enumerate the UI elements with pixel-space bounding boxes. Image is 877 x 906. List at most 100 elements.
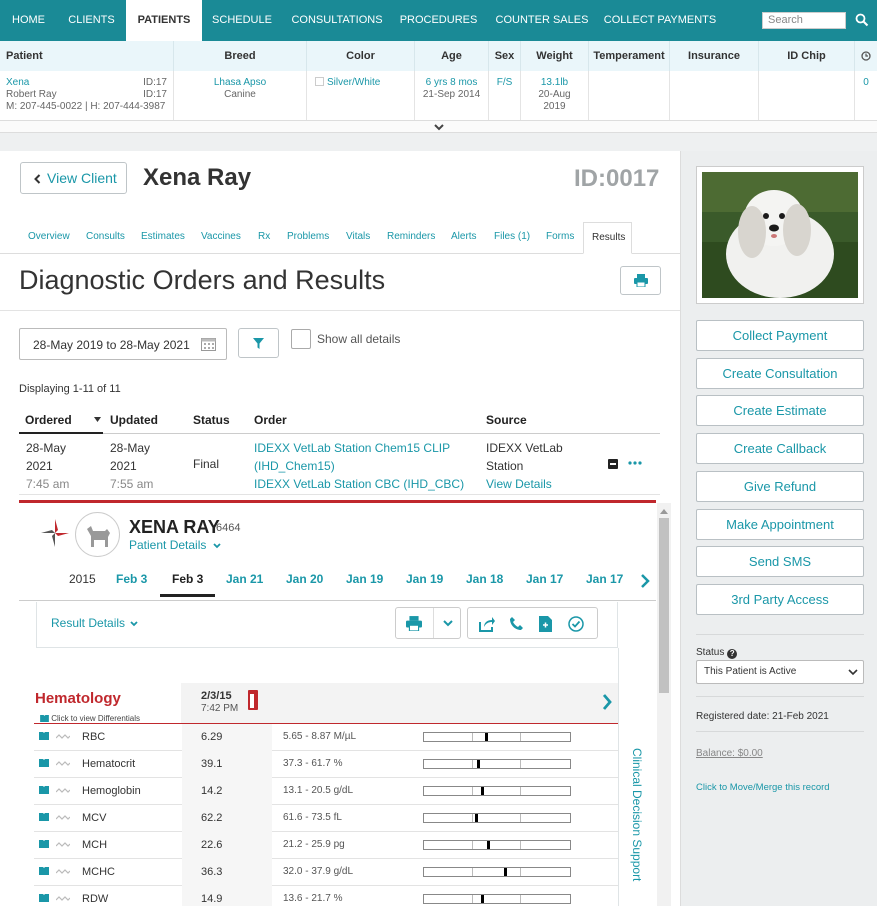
share-icon[interactable] — [479, 616, 495, 632]
embed-scrollbar[interactable] — [657, 503, 671, 906]
order-link-chem15[interactable]: IDEXX VetLab Station Chem15 CLIP — [254, 439, 464, 457]
date-tab-active[interactable]: Feb 3 — [172, 572, 203, 586]
tab-consults[interactable]: Consults — [86, 231, 125, 242]
patient-table-toggle[interactable] — [0, 120, 877, 133]
check-circle-icon[interactable] — [568, 616, 584, 632]
date-tab[interactable]: Feb 3 — [116, 572, 147, 586]
table-row[interactable]: 28-May 2021 7:45 am 28-May 2021 7:55 am … — [19, 434, 660, 494]
show-all-checkbox[interactable] — [291, 329, 311, 349]
filter-button[interactable] — [238, 328, 279, 358]
nav-home[interactable]: HOME — [0, 0, 57, 41]
chevron-down-icon[interactable] — [434, 124, 444, 131]
document-icon[interactable] — [539, 616, 552, 632]
cell-temperament[interactable] — [589, 71, 670, 121]
create-callback-button[interactable]: Create Callback — [696, 433, 864, 464]
search-input[interactable]: Search — [762, 12, 846, 29]
cell-id-chip[interactable] — [759, 71, 855, 121]
date-tab[interactable]: Jan 18 — [466, 572, 503, 586]
date-tab[interactable]: Jan 19 — [346, 572, 383, 586]
nav-consultations[interactable]: CONSULTATIONS — [282, 0, 392, 41]
col-header-status[interactable]: Status — [193, 413, 230, 427]
order-link-cbc[interactable]: IDEXX VetLab Station CBC (IHD_CBC) — [254, 475, 464, 493]
chevron-down-icon[interactable] — [443, 620, 453, 627]
date-range-input[interactable]: 28-May 2019 to 28-May 2021 — [19, 328, 227, 360]
col-header-updated[interactable]: Updated — [110, 413, 158, 427]
tab-forms[interactable]: Forms — [546, 231, 574, 242]
nav-clients[interactable]: CLIENTS — [57, 0, 126, 41]
date-tab[interactable]: Jan 19 — [406, 572, 443, 586]
print-button[interactable] — [620, 266, 661, 295]
give-refund-button[interactable]: Give Refund — [696, 471, 864, 502]
col-header-ordered[interactable]: Ordered — [25, 413, 72, 427]
result-row[interactable]: Hematocrit 39.1 37.3 - 61.7 % — [34, 751, 618, 778]
result-row[interactable]: MCV 62.2 61.6 - 73.5 fL — [34, 805, 618, 832]
count-link[interactable]: 0 — [855, 77, 877, 89]
nav-procedures[interactable]: PROCEDURES — [392, 0, 485, 41]
date-tab[interactable]: Jan 20 — [286, 572, 323, 586]
scroll-up-icon[interactable] — [660, 509, 668, 514]
print-dropdown[interactable] — [395, 607, 461, 639]
book-icon[interactable] — [39, 867, 49, 875]
create-estimate-button[interactable]: Create Estimate — [696, 395, 864, 426]
tab-alerts[interactable]: Alerts — [451, 231, 477, 242]
tab-problems[interactable]: Problems — [287, 231, 329, 242]
date-tab[interactable]: Jan 17 — [586, 572, 623, 586]
differentials-link[interactable]: Click to view Differentials — [40, 714, 140, 723]
col-header-order[interactable]: Order — [254, 413, 287, 427]
tab-files[interactable]: Files (1) — [494, 231, 530, 242]
phone-icon[interactable] — [509, 616, 524, 631]
more-options-icon[interactable] — [628, 461, 642, 465]
book-icon[interactable] — [39, 759, 49, 767]
printer-icon[interactable] — [406, 616, 422, 631]
age-link[interactable]: 6 yrs 8 mos — [415, 77, 488, 89]
nav-patients[interactable]: PATIENTS — [126, 0, 202, 41]
tab-estimates[interactable]: Estimates — [141, 231, 185, 242]
breed-link[interactable]: Lhasa Apso — [174, 77, 306, 89]
tab-results[interactable]: Results — [583, 222, 632, 254]
trend-icon[interactable] — [56, 841, 70, 848]
weight-link[interactable]: 13.1lb — [521, 77, 588, 89]
result-row[interactable]: Hemoglobin 14.2 13.1 - 20.5 g/dL — [34, 778, 618, 805]
col-header-source[interactable]: Source — [486, 413, 527, 427]
cell-insurance[interactable] — [670, 71, 759, 121]
calendar-icon[interactable] — [201, 337, 216, 351]
move-merge-link[interactable]: Click to Move/Merge this record — [696, 782, 830, 793]
date-tab[interactable]: Jan 21 — [226, 572, 263, 586]
result-row[interactable]: MCH 22.6 21.2 - 25.9 pg — [34, 832, 618, 859]
collect-payment-button[interactable]: Collect Payment — [696, 320, 864, 351]
make-appointment-button[interactable]: Make Appointment — [696, 509, 864, 540]
sort-desc-icon[interactable] — [94, 417, 101, 422]
third-party-access-button[interactable]: 3rd Party Access — [696, 584, 864, 615]
view-details-link[interactable]: View Details — [486, 475, 563, 493]
help-icon[interactable]: ? — [727, 649, 738, 659]
clinical-decision-support-tab[interactable]: Clinical Decision Support — [618, 648, 656, 906]
trend-icon[interactable] — [56, 868, 70, 875]
sex-link[interactable]: F/S — [489, 77, 520, 89]
send-sms-button[interactable]: Send SMS — [696, 546, 864, 577]
color-link[interactable]: Silver/White — [327, 77, 380, 88]
result-row[interactable]: RBC 6.29 5.65 - 8.87 M/µL — [34, 724, 618, 751]
tab-overview[interactable]: Overview — [28, 231, 70, 242]
tab-reminders[interactable]: Reminders — [387, 231, 435, 242]
patient-details-link[interactable]: Patient Details — [129, 538, 221, 552]
chevron-right-icon[interactable] — [640, 574, 650, 588]
trend-icon[interactable] — [56, 760, 70, 767]
book-icon[interactable] — [39, 813, 49, 821]
trend-icon[interactable] — [56, 814, 70, 821]
book-icon[interactable] — [39, 786, 49, 794]
trend-icon[interactable] — [56, 787, 70, 794]
nav-collect-payments[interactable]: COLLECT PAYMENTS — [599, 0, 721, 41]
book-icon[interactable] — [39, 732, 49, 740]
result-details-toggle[interactable]: Result Details — [51, 616, 139, 630]
tab-rx[interactable]: Rx — [258, 231, 270, 242]
trend-icon[interactable] — [56, 895, 70, 902]
nav-counter-sales[interactable]: COUNTER SALES — [485, 0, 599, 41]
status-select[interactable]: This Patient is Active — [696, 660, 864, 684]
chevron-right-icon[interactable] — [602, 694, 612, 710]
collapse-icon[interactable] — [608, 459, 618, 469]
tab-vaccines[interactable]: Vaccines — [201, 231, 241, 242]
balance-link[interactable]: Balance: $0.00 — [696, 748, 763, 759]
result-row[interactable]: MCHC 36.3 32.0 - 37.9 g/dL — [34, 859, 618, 886]
nav-schedule[interactable]: SCHEDULE — [202, 0, 282, 41]
view-client-button[interactable]: View Client — [20, 162, 127, 194]
